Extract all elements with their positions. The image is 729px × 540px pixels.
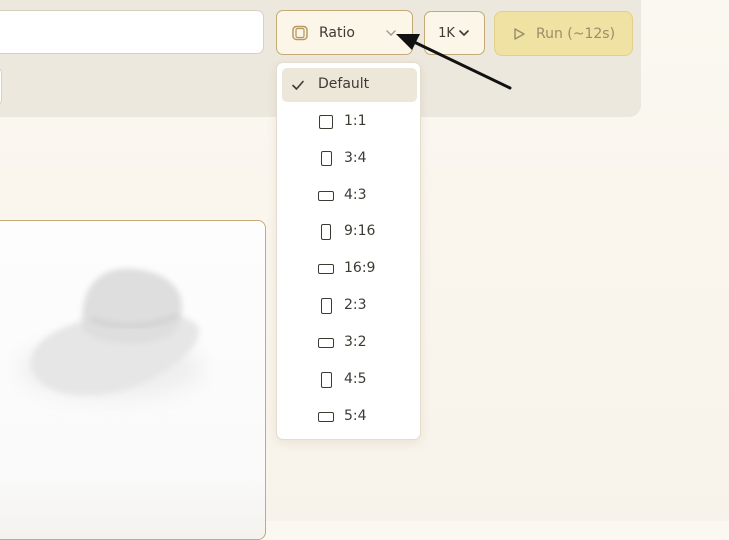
generated-image-card[interactable]	[0, 220, 266, 540]
ratio-option-2-3[interactable]: 2:3	[282, 289, 417, 323]
landscape-icon	[318, 264, 334, 274]
landscape-icon	[318, 412, 334, 422]
resolution-dropdown-button[interactable]: 1K	[424, 11, 485, 55]
ratio-option-default[interactable]: Default	[282, 68, 417, 102]
portrait-icon	[321, 151, 332, 166]
ratio-option-5-4[interactable]: 5:4	[282, 400, 417, 434]
ratio-option-label: 9:16	[344, 223, 376, 239]
chevron-down-icon	[459, 30, 469, 36]
ratio-option-9-16[interactable]: 9:16	[282, 215, 417, 249]
square-icon	[319, 115, 333, 129]
ratio-option-label: 3:4	[344, 150, 367, 166]
ratio-option-label: 4:5	[344, 371, 367, 387]
portrait-icon	[321, 372, 332, 388]
ratio-option-1-1[interactable]: 1:1	[282, 105, 417, 139]
play-icon	[514, 27, 525, 40]
ratio-option-4-3[interactable]: 4:3	[282, 179, 417, 213]
landscape-icon	[318, 338, 334, 348]
prompt-input[interactable]	[0, 10, 264, 54]
ratio-option-label: 16:9	[344, 260, 376, 276]
resolution-label: 1K	[438, 25, 455, 41]
portrait-icon	[321, 298, 332, 314]
chevron-down-icon	[386, 30, 396, 36]
ratio-dropdown-menu: Default 1:1 3:4 4:3 9:16 16:9 2:3 3:2 4:…	[276, 62, 421, 440]
ratio-option-label: 2:3	[344, 297, 367, 313]
ratio-option-label: 4:3	[344, 187, 367, 203]
ratio-label: Ratio	[319, 24, 355, 41]
ratio-dropdown-button[interactable]: Ratio	[276, 10, 413, 55]
secondary-input[interactable]	[0, 67, 2, 106]
ratio-option-4-5[interactable]: 4:5	[282, 363, 417, 397]
check-icon	[292, 80, 304, 90]
portrait-icon	[321, 224, 331, 240]
ratio-option-3-4[interactable]: 3:4	[282, 142, 417, 176]
run-button[interactable]: Run (~12s)	[494, 11, 633, 56]
ratio-option-label: 1:1	[344, 113, 367, 129]
ratio-option-label: Default	[318, 76, 370, 92]
ratio-option-label: 3:2	[344, 334, 367, 350]
landscape-icon	[318, 191, 334, 201]
aspect-ratio-icon	[292, 25, 308, 40]
hat-image	[19, 268, 203, 399]
ratio-option-label: 5:4	[344, 408, 367, 424]
ratio-option-3-2[interactable]: 3:2	[282, 326, 417, 360]
ratio-option-16-9[interactable]: 16:9	[282, 252, 417, 286]
run-label: Run (~12s)	[535, 25, 616, 42]
